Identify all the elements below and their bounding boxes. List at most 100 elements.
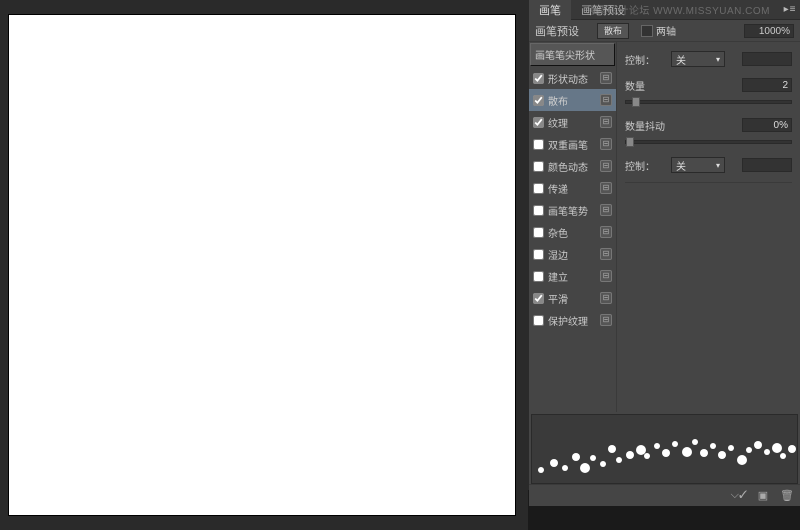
preview-dot (754, 441, 762, 449)
option-label: 传递 (548, 181, 600, 196)
option-checkbox[interactable] (533, 117, 544, 128)
option-checkbox[interactable] (533, 271, 544, 282)
option-5[interactable]: 传递 ⊟ (529, 177, 616, 199)
lock-icon[interactable]: ⊟ (600, 116, 612, 128)
jitter-input[interactable]: 0% (742, 118, 792, 132)
preview-dot (626, 451, 634, 459)
canvas-area (0, 0, 528, 530)
option-7[interactable]: 杂色 ⊟ (529, 221, 616, 243)
panel-footer: ⌵✓ ▣ 🗑 (529, 484, 800, 506)
lock-icon[interactable]: ⊟ (600, 292, 612, 304)
tab-brush[interactable]: 画笔 (529, 0, 571, 20)
lock-icon[interactable]: ⊟ (600, 226, 612, 238)
preview-dot (550, 459, 558, 467)
option-checkbox[interactable] (533, 139, 544, 150)
panel-body: 画笔笔尖形状 形状动态 ⊟ 散布 ⊟ 纹理 ⊟ 双重画笔 ⊟ 颜色动态 ⊟ 传递… (529, 42, 800, 412)
option-3[interactable]: 双重画笔 ⊟ (529, 133, 616, 155)
option-checkbox[interactable] (533, 183, 544, 194)
jitter-slider[interactable] (625, 140, 792, 144)
option-1[interactable]: 散布 ⊟ (529, 89, 616, 111)
count-label: 数量 (625, 78, 671, 93)
brush-panel: 思缘设计论坛 WWW.MISSYUAN.COM 画笔 画笔预设 ▸≡ 画笔预设 … (528, 0, 800, 490)
option-11[interactable]: 保护纹理 ⊟ (529, 309, 616, 331)
option-label: 湿边 (548, 247, 600, 262)
panel-menu-icon[interactable]: ▸≡ (780, 4, 800, 15)
option-checkbox[interactable] (533, 73, 544, 84)
lock-icon[interactable]: ⊟ (600, 314, 612, 326)
control2-select[interactable]: 关 ▾ (671, 157, 725, 173)
option-9[interactable]: 建立 ⊟ (529, 265, 616, 287)
chevron-down-icon: ▾ (716, 161, 720, 170)
preview-dot (692, 439, 698, 445)
divider (625, 182, 792, 183)
count-input[interactable]: 2 (742, 78, 792, 92)
option-6[interactable]: 画笔笔势 ⊟ (529, 199, 616, 221)
preset-label: 画笔预设 (535, 23, 593, 39)
option-checkbox[interactable] (533, 249, 544, 260)
option-checkbox[interactable] (533, 161, 544, 172)
option-2[interactable]: 纹理 ⊟ (529, 111, 616, 133)
option-10[interactable]: 平滑 ⊟ (529, 287, 616, 309)
flip-icon (641, 25, 653, 37)
preview-dot (780, 453, 786, 459)
preview-dot (654, 443, 660, 449)
preview-dot (590, 455, 596, 461)
option-header[interactable]: 画笔笔尖形状 (530, 43, 615, 66)
lock-icon[interactable]: ⊟ (600, 270, 612, 282)
option-checkbox[interactable] (533, 293, 544, 304)
preview-dot (700, 449, 708, 457)
option-checkbox[interactable] (533, 205, 544, 216)
lock-icon[interactable]: ⊟ (600, 94, 612, 106)
tab-brush-preset[interactable]: 画笔预设 (571, 0, 635, 20)
preset-row: 画笔预设 散布 两轴 1000% (529, 20, 800, 42)
option-checkbox[interactable] (533, 227, 544, 238)
preview-dot (682, 447, 692, 457)
control1-label: 控制： (625, 52, 671, 67)
preview-dot (728, 445, 734, 451)
preview-dot (746, 447, 752, 453)
lock-icon[interactable]: ⊟ (600, 72, 612, 84)
option-label: 形状动态 (548, 71, 600, 86)
panel-tabs: 画笔 画笔预设 ▸≡ (529, 0, 800, 20)
preview-dot (580, 463, 590, 473)
preview-dot (608, 445, 616, 453)
toggle-preview-icon[interactable]: ⌵✓ (732, 489, 746, 503)
lock-icon[interactable]: ⊟ (600, 138, 612, 150)
option-label: 散布 (548, 93, 600, 108)
preview-dot (662, 449, 670, 457)
option-0[interactable]: 形状动态 ⊟ (529, 67, 616, 89)
lock-icon[interactable]: ⊟ (600, 182, 612, 194)
lock-icon[interactable]: ⊟ (600, 160, 612, 172)
option-checkbox[interactable] (533, 315, 544, 326)
option-checkbox[interactable] (533, 95, 544, 106)
canvas[interactable] (8, 14, 516, 516)
preview-dot (737, 455, 747, 465)
control2-field[interactable] (742, 158, 792, 172)
option-4[interactable]: 颜色动态 ⊟ (529, 155, 616, 177)
zoom-input[interactable]: 1000% (744, 24, 794, 38)
preview-dot (710, 443, 716, 449)
preview-dot (672, 441, 678, 447)
preview-dot (600, 461, 606, 467)
lock-icon[interactable]: ⊟ (600, 204, 612, 216)
option-label: 双重画笔 (548, 137, 600, 152)
preview-dot (788, 445, 796, 453)
trash-icon[interactable]: 🗑 (780, 489, 794, 503)
count-slider[interactable] (625, 100, 792, 104)
settings-area: 控制： 关 ▾ 数量 2 数量抖动 0% 控制： (617, 42, 800, 412)
new-preset-icon[interactable]: ▣ (756, 489, 770, 503)
both-axes-label: 两轴 (656, 23, 676, 38)
control2-value: 关 (676, 158, 686, 173)
preview-dot (772, 443, 782, 453)
lock-icon[interactable]: ⊟ (600, 248, 612, 260)
control1-field[interactable] (742, 52, 792, 66)
preview-dot (538, 467, 544, 473)
both-axes-toggle[interactable]: 两轴 (641, 23, 676, 38)
preset-thumb[interactable]: 散布 (597, 23, 629, 39)
option-label: 平滑 (548, 291, 600, 306)
preview-dot (644, 453, 650, 459)
control1-select[interactable]: 关 ▾ (671, 51, 725, 67)
preview-dot (764, 449, 770, 455)
option-8[interactable]: 湿边 ⊟ (529, 243, 616, 265)
preview-dot (562, 465, 568, 471)
